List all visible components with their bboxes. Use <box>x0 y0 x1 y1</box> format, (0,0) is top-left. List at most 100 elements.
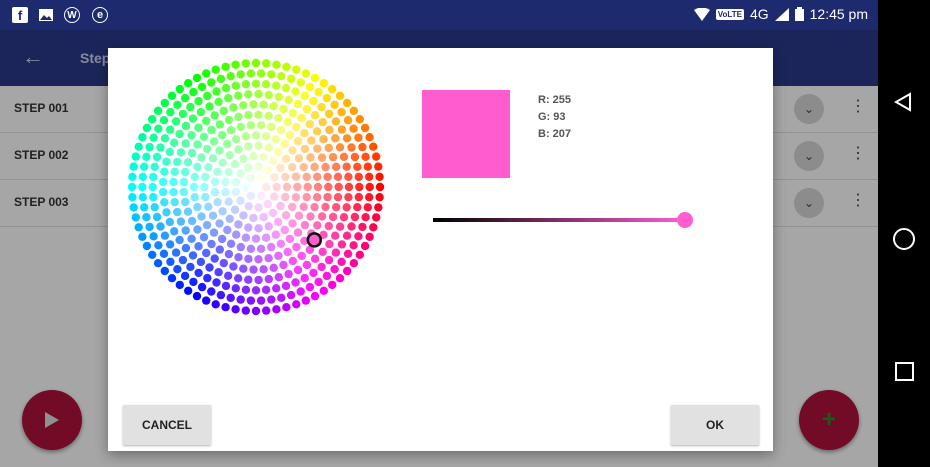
wheel-dot[interactable] <box>335 91 345 100</box>
wheel-dot[interactable] <box>324 221 333 231</box>
wheel-dot[interactable] <box>272 81 281 90</box>
wheel-dot[interactable] <box>210 254 219 263</box>
wheel-dot[interactable] <box>212 87 221 96</box>
wheel-dot[interactable] <box>328 212 338 222</box>
wheel-dot[interactable] <box>270 192 279 201</box>
wheel-dot[interactable] <box>324 255 334 265</box>
wheel-dot[interactable] <box>216 290 226 300</box>
wheel-dot[interactable] <box>175 129 184 139</box>
wheel-dot[interactable] <box>277 293 286 302</box>
wheel-dot[interactable] <box>193 162 202 172</box>
wheel-dot[interactable] <box>229 262 238 271</box>
wheel-dot[interactable] <box>271 230 280 239</box>
wheel-dot[interactable] <box>267 295 276 304</box>
wheel-dot[interactable] <box>264 90 273 100</box>
wheel-dot[interactable] <box>332 203 341 212</box>
wheel-dot[interactable] <box>276 126 286 135</box>
wheel-dot[interactable] <box>365 172 374 181</box>
wheel-dot[interactable] <box>305 82 315 92</box>
wheel-dot[interactable] <box>349 106 359 115</box>
wheel-dot[interactable] <box>280 139 289 149</box>
wheel-dot[interactable] <box>231 60 240 69</box>
wheel-dot[interactable] <box>239 211 248 220</box>
wheel-dot[interactable] <box>251 131 261 140</box>
wheel-dot[interactable] <box>207 78 216 87</box>
wheel-dot[interactable] <box>199 132 209 141</box>
cancel-button[interactable]: CANCEL <box>123 405 211 445</box>
wheel-dot[interactable] <box>360 241 370 251</box>
wheel-dot[interactable] <box>140 162 149 171</box>
wheel-dot[interactable] <box>274 251 283 260</box>
wheel-dot[interactable] <box>234 91 243 100</box>
wheel-dot[interactable] <box>148 182 157 192</box>
wheel-dot[interactable] <box>296 287 305 296</box>
wheel-dot[interactable] <box>153 106 163 115</box>
wheel-dot[interactable] <box>281 83 291 93</box>
wheel-dot[interactable] <box>256 296 266 305</box>
wheel-dot[interactable] <box>375 193 384 202</box>
wheel-dot[interactable] <box>181 197 190 207</box>
wheel-dot[interactable] <box>342 134 352 143</box>
wheel-dot[interactable] <box>193 202 202 212</box>
wheel-dot[interactable] <box>292 65 301 74</box>
wheel-dot[interactable] <box>323 172 332 182</box>
wheel-dot[interactable] <box>293 182 302 192</box>
wheel-dot[interactable] <box>369 142 378 151</box>
wheel-dot[interactable] <box>158 187 168 197</box>
wheel-dot[interactable] <box>178 255 188 265</box>
wheel-dot[interactable] <box>148 115 157 124</box>
wheel-dot[interactable] <box>299 202 308 211</box>
wheel-dot[interactable] <box>224 197 233 206</box>
wheel-dot[interactable] <box>223 139 232 149</box>
wheel-dot[interactable] <box>299 163 308 172</box>
wheel-dot[interactable] <box>162 157 171 166</box>
wheel-dot[interactable] <box>150 203 159 212</box>
wheel-dot[interactable] <box>154 124 163 133</box>
wheel-dot[interactable] <box>262 182 271 192</box>
wheel-dot[interactable] <box>183 207 193 216</box>
wheel-dot[interactable] <box>251 79 261 88</box>
wheel-dot[interactable] <box>369 223 378 232</box>
wheel-dot[interactable] <box>142 213 151 222</box>
wheel-dot[interactable] <box>142 152 151 161</box>
wheel-dot[interactable] <box>201 172 210 182</box>
wheel-dot[interactable] <box>134 223 143 232</box>
wheel-dot[interactable] <box>241 80 251 89</box>
wheel-dot[interactable] <box>138 232 147 241</box>
wheel-dot[interactable] <box>241 182 250 192</box>
wheel-dot[interactable] <box>203 273 212 283</box>
wheel-dot[interactable] <box>203 91 212 101</box>
wheel-dot[interactable] <box>259 212 268 222</box>
wheel-dot[interactable] <box>232 230 241 239</box>
wheel-dot[interactable] <box>267 70 276 79</box>
wheel-dot[interactable] <box>269 102 278 111</box>
wheel-dot[interactable] <box>254 141 263 150</box>
wheel-dot[interactable] <box>310 254 320 263</box>
wheel-dot[interactable] <box>331 248 341 257</box>
wheel-dot[interactable] <box>145 222 154 232</box>
wheel-dot[interactable] <box>350 212 360 222</box>
wheel-dot[interactable] <box>291 278 300 287</box>
wheel-dot[interactable] <box>249 100 258 109</box>
wheel-dot[interactable] <box>197 282 207 292</box>
wheel-dot[interactable] <box>261 285 271 294</box>
wheel-dot[interactable] <box>365 232 374 241</box>
wheel-dot[interactable] <box>167 91 177 100</box>
wheel-dot[interactable] <box>342 203 351 212</box>
wheel-dot[interactable] <box>321 202 330 212</box>
wheel-dot[interactable] <box>249 265 258 274</box>
wheel-dot[interactable] <box>273 147 283 157</box>
wheel-dot[interactable] <box>212 278 221 287</box>
wheel-dot[interactable] <box>293 137 303 146</box>
wheel-dot[interactable] <box>335 222 345 231</box>
wheel-dot[interactable] <box>330 100 339 109</box>
wheel-dot[interactable] <box>375 172 384 181</box>
wheel-dot[interactable] <box>286 290 296 300</box>
wheel-dot[interactable] <box>234 220 243 229</box>
nav-recent-apps-icon[interactable] <box>895 362 914 381</box>
wheel-dot[interactable] <box>234 145 243 154</box>
wheel-dot[interactable] <box>165 125 175 134</box>
wheel-dot[interactable] <box>334 182 343 192</box>
wheel-dot[interactable] <box>323 192 332 202</box>
wheel-dot[interactable] <box>181 226 190 235</box>
